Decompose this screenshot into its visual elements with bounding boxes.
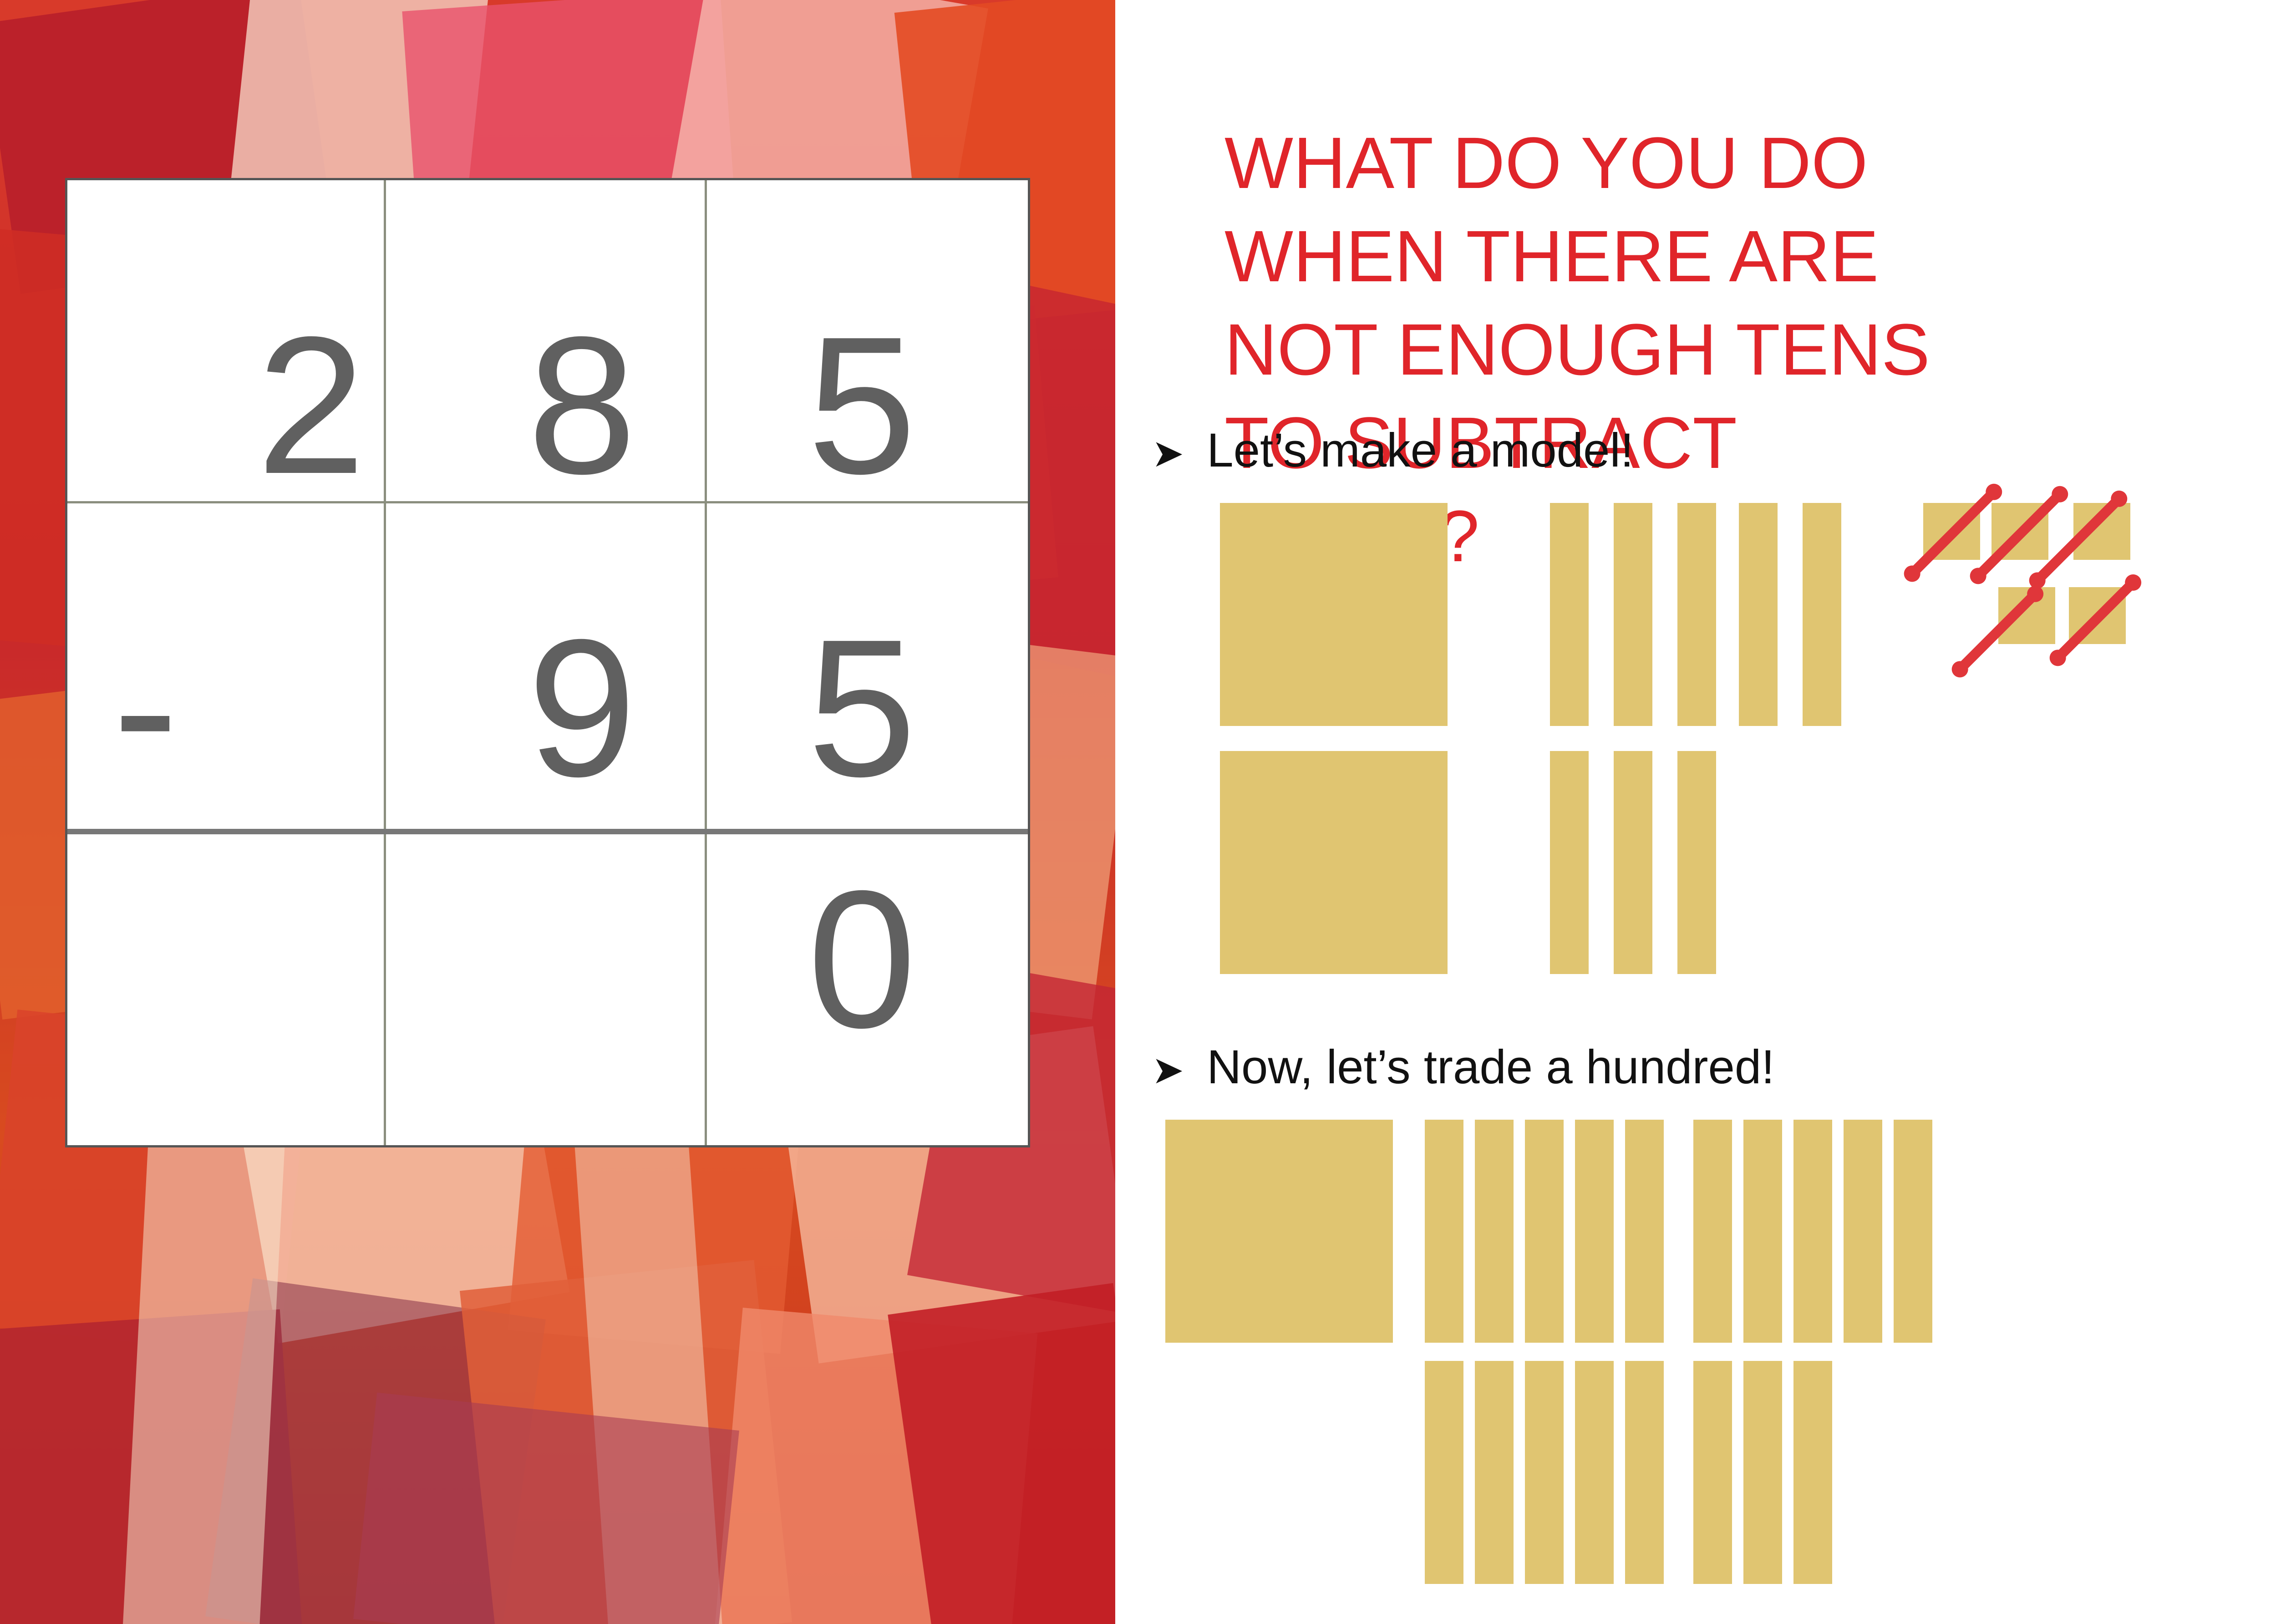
ten-rod (1677, 751, 1716, 974)
ten-rod (1677, 503, 1716, 726)
row1-tens-digit: 8 (527, 296, 636, 515)
ten-rod (1803, 503, 1841, 726)
slide: 2 8 5 - 9 5 0 WHAT DO YOU DO WHEN THERE … (0, 0, 2276, 1624)
title-line: WHAT DO YOU DO (1224, 122, 1868, 203)
ten-rod (1793, 1361, 1832, 1584)
hundred-flat (1165, 1120, 1393, 1343)
ten-rod (1425, 1361, 1463, 1584)
minus-sign: - (113, 599, 178, 817)
bullet-arrow-icon: ➤ (1152, 1049, 1184, 1092)
row1-ones-digit: 5 (807, 296, 916, 515)
hundred-flat (1220, 751, 1448, 974)
row2-ones-cell: 5 (707, 503, 1030, 829)
ten-rod (1693, 1361, 1732, 1584)
ten-rod (1894, 1120, 1932, 1343)
title-line: NOT ENOUGH TENS (1224, 309, 1930, 390)
row2-tens-digit: 9 (527, 599, 636, 817)
ten-rod (1550, 503, 1589, 726)
answer-tens-cell (386, 834, 705, 1148)
hundred-flat (1220, 503, 1448, 726)
answer-line (67, 829, 1028, 834)
bullet-trade-hundred: ➤ Now, let’s trade a hundred! (1152, 1040, 1774, 1095)
ten-rod (1625, 1120, 1664, 1343)
row1-hundreds-cell: 2 (67, 180, 384, 515)
row1-hundreds-digit: 2 (256, 296, 366, 515)
row2-sign-cell: - (67, 503, 384, 829)
ten-rod (1614, 503, 1652, 726)
ten-rod (1525, 1120, 1564, 1343)
paint-patch (353, 1392, 739, 1624)
subtraction-grid: 2 8 5 - 9 5 0 (65, 178, 1030, 1147)
ten-rod (1743, 1361, 1782, 1584)
paint-patch (122, 1089, 288, 1624)
ten-rod (1614, 751, 1652, 974)
bullet-text: Let’s make a model! (1207, 424, 1634, 477)
ten-rod (1575, 1361, 1614, 1584)
ten-rod (1739, 503, 1778, 726)
ten-rod (1525, 1361, 1564, 1584)
ten-rod (1793, 1120, 1832, 1343)
row1-tens-cell: 8 (386, 180, 705, 515)
ten-rod (1575, 1120, 1614, 1343)
title-line: WHEN THERE ARE (1224, 215, 1879, 297)
ten-rod (1475, 1361, 1514, 1584)
ten-rod (1693, 1120, 1732, 1343)
ten-rod (1844, 1120, 1882, 1343)
ten-rod (1625, 1361, 1664, 1584)
answer-ones-cell: 0 (707, 834, 1030, 1148)
ten-rod (1550, 751, 1589, 974)
answer-hundreds-cell (67, 834, 384, 1148)
ten-rod (1743, 1120, 1782, 1343)
ten-rod (1425, 1120, 1463, 1343)
bullet-text: Now, let’s trade a hundred! (1207, 1040, 1775, 1094)
row2-ones-digit: 5 (807, 599, 916, 817)
row2-tens-cell: 9 (386, 503, 705, 829)
ten-rod (1475, 1120, 1514, 1343)
bullet-arrow-icon: ➤ (1152, 432, 1184, 475)
bullet-make-model: ➤ Let’s make a model! (1152, 423, 1634, 478)
answer-ones-digit: 0 (807, 850, 916, 1069)
row1-ones-cell: 5 (707, 180, 1030, 515)
